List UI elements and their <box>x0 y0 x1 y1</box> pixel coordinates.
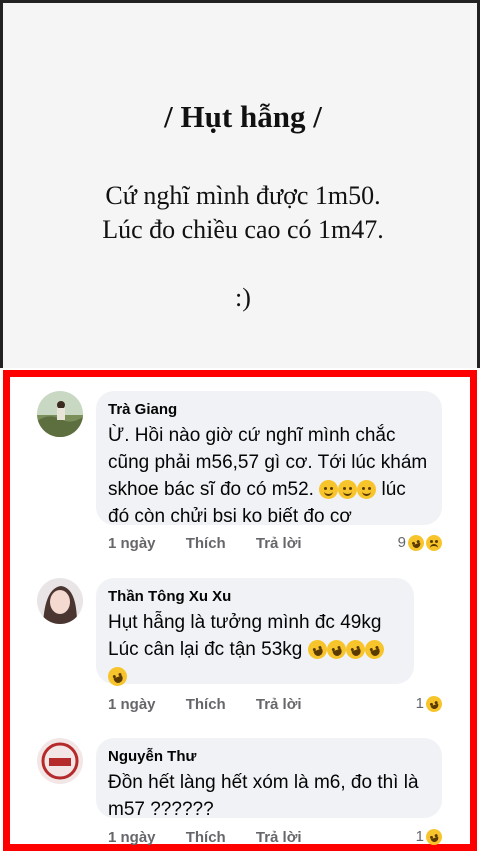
smile-emoji-icon <box>338 480 358 500</box>
comment-line: cũng phải m56,57 gì cơ. Tới lúc khám <box>108 452 428 473</box>
comment-author[interactable]: Thần Tông Xu Xu <box>108 587 402 607</box>
like-button[interactable]: Thích <box>186 829 226 846</box>
laugh-emoji-icon <box>405 532 427 553</box>
avatar[interactable] <box>37 391 83 437</box>
reply-button[interactable]: Trả lời <box>256 535 302 552</box>
sad-emoji-icon <box>426 534 442 551</box>
comment-time[interactable]: 1 ngày <box>108 829 156 846</box>
reaction-summary[interactable]: 1 <box>415 693 445 714</box>
comment-bubble: Thần Tông Xu Xu Hụt hẫng là tưởng mình đ… <box>96 578 414 690</box>
comment-actions: 1 ngày Thích Trả lời <box>108 535 328 552</box>
laugh-emoji-icon <box>361 637 387 663</box>
post-line-2: Lúc đo chiều cao có 1m47. <box>102 215 384 244</box>
comment-line: Đồn hết làng hết xóm là m6, đo thì là <box>108 772 419 793</box>
laugh-emoji-icon <box>323 637 349 663</box>
comment-author[interactable]: Nguyễn Thư <box>108 747 430 767</box>
comment-text: Hụt hẫng là tưởng mình đc 49kg Lúc cân l… <box>105 609 402 690</box>
comment-line: skhoe bác sĩ đo có m52. lúc <box>108 476 430 503</box>
comment-author[interactable]: Trà Giang <box>108 400 430 420</box>
comment-text: Ừ. Hồi nào giờ cứ nghĩ mình chắc cũng ph… <box>108 422 430 530</box>
avatar[interactable] <box>37 578 83 624</box>
reply-button[interactable]: Trả lời <box>256 696 302 713</box>
like-button[interactable]: Thích <box>186 535 226 552</box>
laugh-emoji-icon <box>304 637 330 663</box>
reaction-count: 1 <box>415 695 424 712</box>
comment-line-text: skhoe bác sĩ đo có m52. <box>108 479 314 500</box>
comment-bubble: Trà Giang Ừ. Hồi nào giờ cứ nghĩ mình ch… <box>96 391 442 527</box>
comment-time[interactable]: 1 ngày <box>108 696 156 713</box>
reaction-count: 9 <box>397 534 406 551</box>
post-smiley: :) <box>235 283 251 312</box>
comment-line <box>105 663 402 690</box>
reaction-summary[interactable]: 9 <box>397 532 442 553</box>
smile-emoji-icon <box>319 480 339 500</box>
laugh-emoji-icon <box>342 637 368 663</box>
laugh-emoji-icon <box>423 826 445 847</box>
laugh-emoji-icon <box>423 693 445 714</box>
comment-time[interactable]: 1 ngày <box>108 535 156 552</box>
laugh-emoji-icon <box>105 664 130 690</box>
reply-button[interactable]: Trả lời <box>256 829 302 846</box>
post-title: / Hụt hẫng / <box>164 99 322 134</box>
comment-line-tail: lúc <box>381 479 406 500</box>
post-line-1: Cứ nghĩ mình được 1m50. <box>105 181 381 210</box>
smile-emoji-icon <box>357 480 377 500</box>
comment-line-text: Lúc cân lại đc tận 53kg <box>108 639 303 660</box>
like-button[interactable]: Thích <box>186 696 226 713</box>
avatar[interactable] <box>37 738 83 784</box>
reaction-count: 1 <box>415 828 424 845</box>
comment-line: m57 ?????? <box>108 799 214 820</box>
comment-actions: 1 ngày Thích Trả lời <box>108 696 328 713</box>
reaction-summary[interactable]: 1 <box>415 826 445 847</box>
post-image[interactable]: / Hụt hẫng / Cứ nghĩ mình được 1m50. Lúc… <box>0 0 480 368</box>
comment-line: Lúc cân lại đc tận 53kg <box>108 636 402 663</box>
comment-bubble: Nguyễn Thư Đồn hết làng hết xóm là m6, đ… <box>96 738 442 820</box>
comment-line: Hụt hẫng là tưởng mình đc 49kg <box>108 612 382 633</box>
comment-line: đó còn chửi bsi ko biết đo cơ <box>108 506 352 527</box>
comment-line: Ừ. Hồi nào giờ cứ nghĩ mình chắc <box>108 425 396 446</box>
comment-text: Đồn hết làng hết xóm là m6, đo thì là m5… <box>108 769 430 823</box>
comment-actions: 1 ngày Thích Trả lời <box>108 829 328 846</box>
post-body: Cứ nghĩ mình được 1m50. Lúc đo chiều cao… <box>3 179 480 247</box>
